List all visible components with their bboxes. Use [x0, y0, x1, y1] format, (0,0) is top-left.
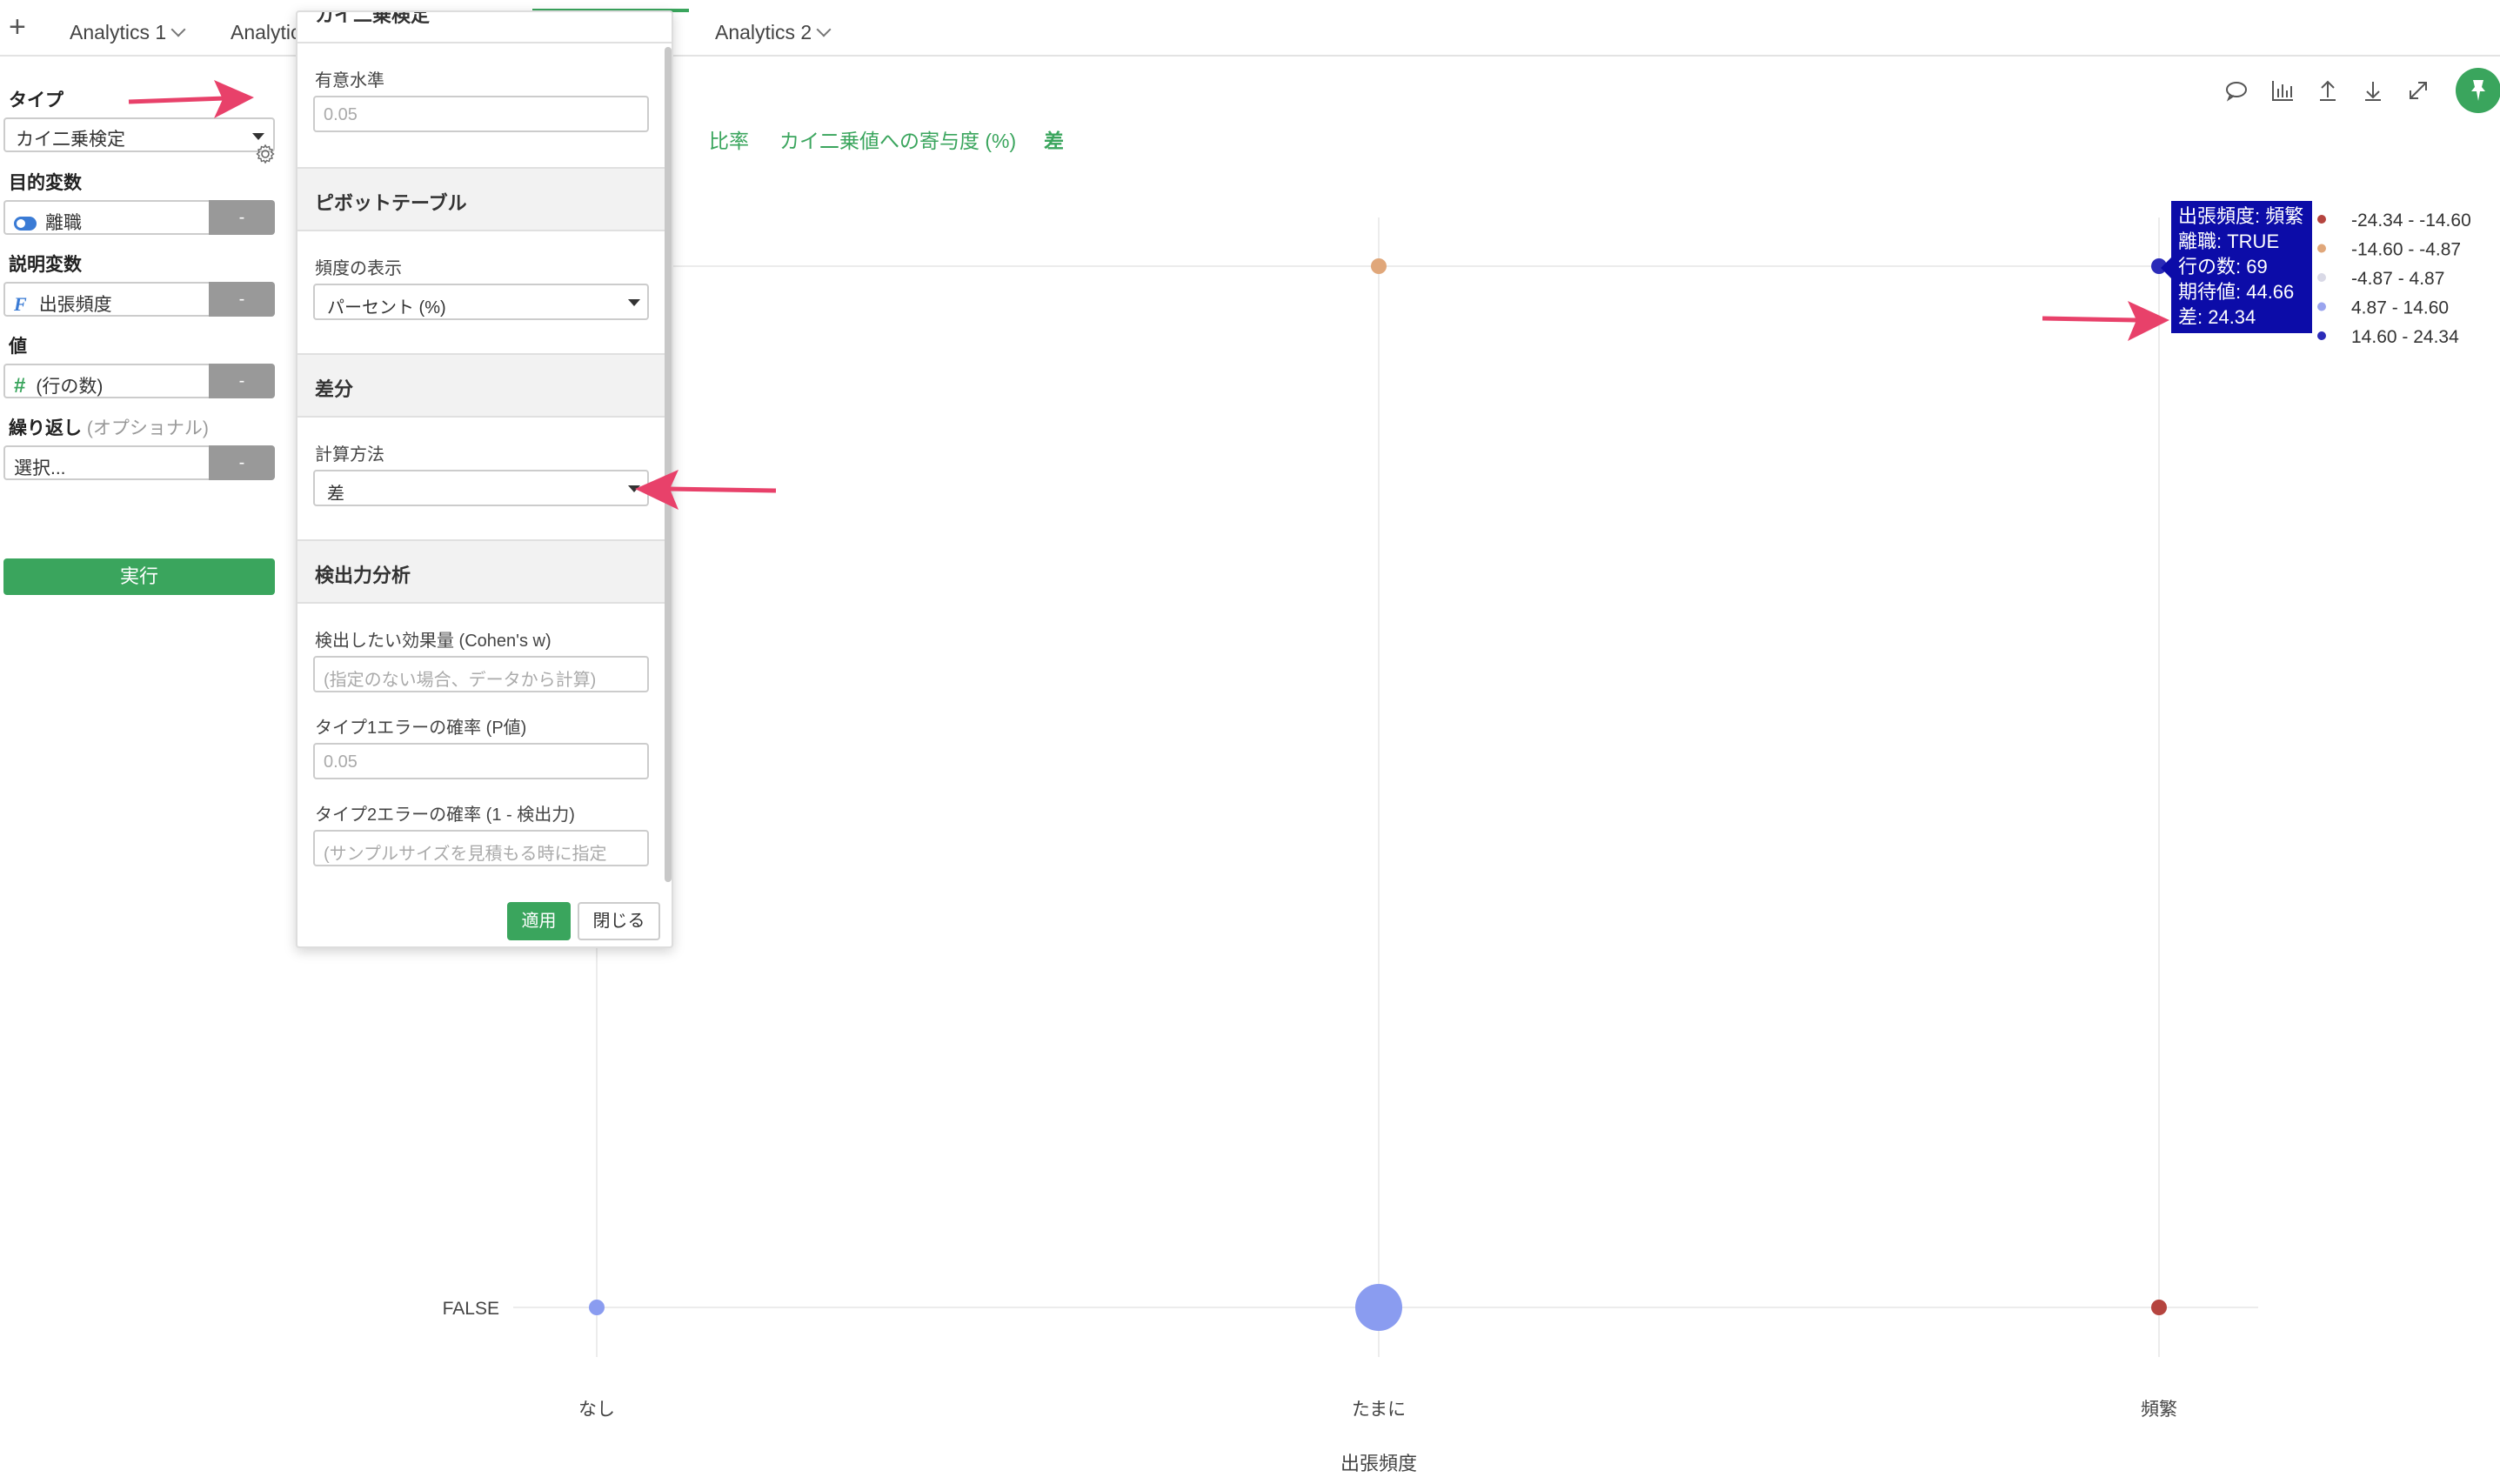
legend-label: -14.60 - -4.87: [2351, 240, 2461, 260]
caret-down-icon: [628, 299, 640, 306]
significance-input[interactable]: 0.05: [313, 96, 649, 132]
popover-scrollbar[interactable]: [665, 47, 672, 882]
tooltip-line: 出張頻度: 頻繁: [2178, 205, 2304, 227]
freq-select[interactable]: パーセント (%): [313, 284, 649, 320]
data-point: [1355, 1284, 1402, 1331]
freq-select-value: パーセント (%): [327, 298, 446, 318]
x-tick-label: なし: [578, 1400, 615, 1420]
pivot-section-header: ピボットテーブル: [297, 167, 672, 231]
data-point: [2151, 1300, 2167, 1315]
y-tick-label: FALSE: [443, 1299, 499, 1319]
chart-legend: -24.34 - -14.60 -14.60 - -4.87 -4.87 - 4.8…: [2317, 211, 2471, 347]
calc-method-select[interactable]: 差: [313, 470, 649, 506]
x-axis-title: 出張頻度: [1340, 1453, 1417, 1474]
section-title: 差分: [315, 378, 354, 400]
legend-swatch: [2317, 331, 2326, 340]
legend-swatch: [2317, 273, 2326, 282]
type1-error-label: タイプ1エラーの確率 (P値): [315, 719, 527, 738]
legend-label: 4.87 - 14.60: [2351, 298, 2449, 318]
legend-label: -24.34 - -14.60: [2351, 211, 2471, 231]
chart-grid: [513, 217, 2258, 1357]
section-title: ピボットテーブル: [315, 192, 467, 214]
legend-swatch: [2317, 244, 2326, 253]
tooltip-line: 離職: TRUE: [2178, 231, 2280, 252]
effect-size-input[interactable]: (指定のない場合、データから計算): [313, 656, 649, 692]
chart-ticks: なし たまに 頻繁 FALSE: [443, 1299, 2177, 1420]
freq-label: 頻度の表示: [315, 259, 402, 278]
tooltip-line: 行の数: 69: [2178, 256, 2268, 277]
x-tick-label: たまに: [1352, 1400, 1406, 1420]
type2-error-label: タイプ2エラーの確率 (1 - 検出力): [315, 806, 575, 825]
divider: [297, 42, 672, 43]
type1-error-input[interactable]: 0.05: [313, 743, 649, 779]
tooltip-line: 期待値: 44.66: [2178, 281, 2295, 303]
settings-popover: カイ二乗検定 有意水準 0.05 ピボットテーブル 頻度の表示 パーセント (%…: [296, 10, 673, 948]
section-title: 検出力分析: [315, 565, 411, 586]
point-tooltip: 出張頻度: 頻繁 離職: TRUE 行の数: 69 期待値: 44.66 差: …: [2171, 201, 2312, 333]
tooltip-line: 差: 24.34: [2178, 306, 2256, 328]
legend-label: -4.87 - 4.87: [2351, 269, 2444, 289]
diff-section-header: 差分: [297, 353, 672, 418]
legend-label: 14.60 - 24.34: [2351, 327, 2459, 347]
power-section-header: 検出力分析: [297, 539, 672, 604]
tooltip-pointer: [2161, 257, 2171, 278]
data-point: [1371, 258, 1387, 274]
x-tick-label: 頻繁: [2141, 1400, 2177, 1420]
popover-header-cut: カイ二乗検定: [315, 10, 431, 26]
type2-error-input[interactable]: (サンプルサイズを見積もる時に指定: [313, 830, 649, 866]
data-point: [589, 1300, 605, 1315]
apply-button[interactable]: 適用: [507, 902, 571, 940]
calc-method-label: 計算方法: [315, 445, 384, 465]
significance-label: 有意水準: [315, 71, 384, 90]
calc-method-value: 差: [327, 485, 344, 504]
close-button[interactable]: 閉じる: [578, 902, 660, 940]
legend-swatch: [2317, 302, 2326, 311]
effect-size-label: 検出したい効果量 (Cohen's w): [315, 632, 551, 651]
caret-down-icon: [628, 485, 640, 492]
legend-swatch: [2317, 215, 2326, 224]
